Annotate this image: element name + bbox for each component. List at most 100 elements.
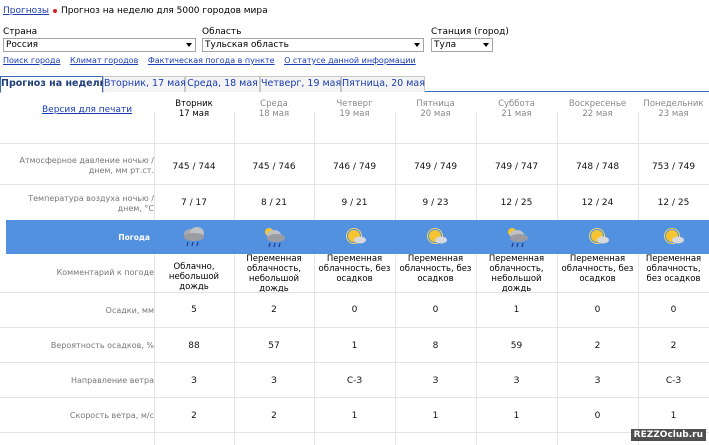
- pressure-cell: 749 / 749: [413, 162, 458, 172]
- row-divider: [0, 292, 709, 293]
- chevron-down-icon: [483, 43, 489, 47]
- station-label: Станция (город): [431, 27, 509, 37]
- wind-direction-label: Направление ветра: [70, 376, 154, 385]
- cloud-rain-icon: [184, 227, 204, 247]
- pressure-label: Атмосферное давление ночью / днем, мм рт.…: [19, 156, 154, 175]
- country-label: Страна: [3, 27, 38, 37]
- page-title: Прогноз на неделю для 5000 городов мира: [61, 6, 268, 16]
- temperature-cell: 9 / 23: [422, 198, 449, 208]
- tab-week[interactable]: Прогноз на неделю: [0, 76, 109, 93]
- row-divider: [0, 397, 709, 398]
- wind-direction-cell: З: [432, 376, 439, 386]
- chevron-down-icon: [186, 43, 192, 47]
- wind-direction-cell: С-З: [346, 376, 363, 386]
- temperature-cell: 12 / 24: [581, 198, 614, 208]
- precip-label: Осадки, мм: [105, 306, 154, 315]
- probability-label: Вероятность осадков, %: [50, 341, 154, 350]
- comment-cell: Облачно, небольшой дождь: [168, 262, 220, 292]
- wind-speed-label: Скорость ветра, м/с: [69, 411, 154, 420]
- sun-cloud-icon: [664, 228, 684, 244]
- wind-speed-cell: 1: [351, 411, 358, 421]
- country-value: Россия: [6, 40, 39, 50]
- forecast-table: Версия для печати Вторник 17 мая Среда 18 …: [0, 92, 709, 445]
- probability-cell: 88: [188, 341, 200, 351]
- wind-speed-cell: 1: [432, 411, 439, 421]
- link-actual-weather[interactable]: Фактическая погода в пункте: [148, 56, 275, 65]
- station-value: Тула: [434, 40, 457, 50]
- temperature-label: Температура воздуха ночью / днем, °С: [28, 194, 154, 213]
- precip-cell: 2: [271, 305, 277, 315]
- sun-cloud-icon: [427, 228, 447, 244]
- temperature-cell: 8 / 21: [261, 198, 287, 208]
- temperature-cell: 9 / 21: [341, 198, 368, 208]
- watermark: REZZOclub.ru: [630, 429, 706, 441]
- probability-cell: 8: [432, 341, 439, 351]
- wind-speed-cell: 1: [670, 411, 677, 421]
- precip-cell: 0: [670, 305, 677, 315]
- tab-thursday[interactable]: Четверг, 19 мая: [260, 76, 341, 92]
- temperature-cell: 12 / 25: [657, 198, 690, 208]
- day-header: Пятница 20 мая: [416, 99, 455, 119]
- probability-cell: 1: [351, 341, 358, 351]
- comment-cell: Переменная облачность, небольшой дождь: [488, 254, 545, 294]
- row-divider: [0, 362, 709, 363]
- tab-tuesday[interactable]: Вторник, 17 мая: [103, 76, 186, 92]
- wind-direction-cell: З: [191, 376, 197, 386]
- comment-cell: Переменная облачность, небольшой дождь: [246, 254, 302, 294]
- precip-cell: 0: [351, 305, 358, 315]
- tab-wednesday[interactable]: Среда, 18 мая: [185, 76, 260, 92]
- comment-cell: Переменная облачность, без осадков: [645, 254, 702, 284]
- row-divider: [0, 184, 709, 185]
- precip-cell: 0: [432, 305, 439, 315]
- pressure-cell: 748 / 748: [575, 162, 620, 172]
- station-select[interactable]: Тула: [431, 38, 493, 52]
- precip-cell: 1: [513, 305, 520, 315]
- row-divider: [0, 432, 709, 433]
- wind-direction-cell: С-З: [665, 376, 682, 386]
- wind-speed-cell: 1: [513, 411, 520, 421]
- pressure-cell: 753 / 749: [651, 162, 696, 172]
- weather-label: Погода: [118, 233, 150, 242]
- probability-cell: 57: [268, 341, 280, 351]
- row-divider: [0, 143, 709, 144]
- day-header: Среда 18 мая: [258, 99, 290, 119]
- link-info-status[interactable]: О статусе данной информации: [284, 56, 416, 65]
- link-city-search[interactable]: Поиск города: [3, 56, 60, 65]
- comment-cell: Переменная облачность, без осадков: [318, 254, 391, 284]
- bullet-icon: [53, 9, 57, 13]
- tab-friday[interactable]: Пятница, 20 мая: [341, 76, 425, 92]
- row-divider: [0, 327, 709, 328]
- day-header: Воскресенье 22 мая: [568, 99, 627, 119]
- sun-cloud-icon: [589, 228, 609, 244]
- precip-cell: 5: [191, 305, 197, 315]
- day-header: Вторник 17 мая: [175, 99, 213, 119]
- day-header: Понедельник 23 мая: [643, 99, 704, 119]
- day-header: Четверг 19 мая: [336, 99, 373, 119]
- pressure-cell: 749 / 747: [494, 162, 539, 172]
- temperature-cell: 7 / 17: [181, 198, 207, 208]
- country-select[interactable]: Россия: [3, 38, 196, 52]
- cloud-rain-sun-icon: [265, 228, 285, 248]
- wind-speed-cell: 0: [594, 411, 601, 421]
- probability-cell: 2: [670, 341, 677, 351]
- wind-speed-cell: 2: [191, 411, 197, 421]
- comment-label: Комментарий к погоде: [56, 268, 154, 277]
- cloud-rain-sun-icon: [508, 228, 528, 248]
- wind-direction-cell: З: [271, 376, 277, 386]
- probability-cell: 59: [510, 341, 523, 351]
- pressure-cell: 745 / 744: [172, 162, 216, 172]
- breadcrumb-link-forecasts[interactable]: Прогнозы: [3, 6, 49, 16]
- probability-cell: 2: [594, 341, 601, 351]
- region-select[interactable]: Тульская область: [202, 38, 424, 52]
- wind-direction-cell: З: [513, 376, 520, 386]
- pressure-cell: 745 / 746: [252, 162, 296, 172]
- region-value: Тульская область: [205, 40, 289, 50]
- pressure-cell: 746 / 749: [332, 162, 377, 172]
- print-version-link[interactable]: Версия для печати: [42, 105, 132, 115]
- wind-direction-cell: З: [594, 376, 601, 386]
- wind-speed-cell: 2: [271, 411, 277, 421]
- day-header: Суббота 21 мая: [498, 99, 535, 119]
- precip-cell: 0: [594, 305, 601, 315]
- comment-cell: Переменная облачность, без осадков: [561, 254, 634, 284]
- link-city-climate[interactable]: Климат городов: [70, 56, 138, 65]
